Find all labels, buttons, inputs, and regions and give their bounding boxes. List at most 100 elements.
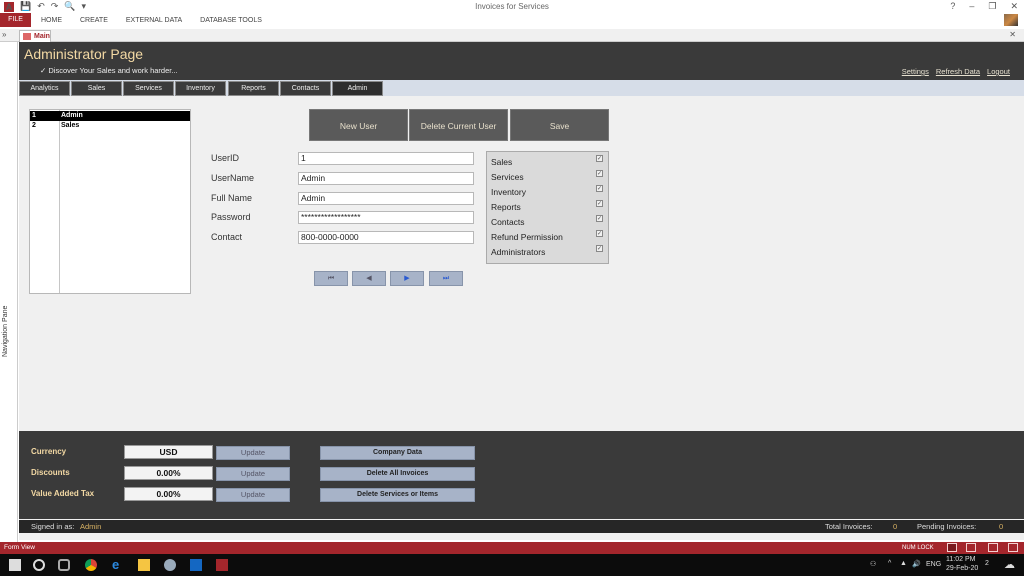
access-status-bar: Form View NUM LOCK xyxy=(0,542,1024,554)
chrome-icon[interactable] xyxy=(85,559,97,571)
permission-inventory-checkbox[interactable]: ✓ xyxy=(596,185,603,192)
vat-label: Value Added Tax xyxy=(31,489,95,498)
form-view-icon[interactable] xyxy=(947,543,957,552)
signed-in-user: Admin xyxy=(80,522,102,531)
permission-services-checkbox[interactable]: ✓ xyxy=(596,170,603,177)
tab-analytics[interactable]: Analytics xyxy=(19,81,70,96)
document-tab-main[interactable]: Main xyxy=(19,30,51,42)
nav-pane-toggle-icon[interactable]: » xyxy=(2,30,6,39)
access-taskbar-icon[interactable] xyxy=(216,559,228,571)
navigation-pane[interactable]: Navigation Pane xyxy=(0,42,18,542)
user-name: Sales xyxy=(61,122,80,129)
settings-panel: Currency USD Update Discounts 0.00% Upda… xyxy=(19,431,1024,519)
tab-sales[interactable]: Sales xyxy=(71,81,122,96)
permission-contacts-checkbox[interactable]: ✓ xyxy=(596,215,603,222)
clock-date[interactable]: 29-Feb-20 xyxy=(946,565,978,572)
first-record-button[interactable]: ⏮ xyxy=(314,271,348,286)
currency-field[interactable]: USD xyxy=(124,445,213,459)
permission-administrators-checkbox[interactable]: ✓ xyxy=(596,245,603,252)
ribbon-tab-database-tools[interactable]: DATABASE TOOLS xyxy=(200,17,262,24)
form-icon xyxy=(23,33,31,40)
user-list[interactable]: 1 Admin 2 Sales xyxy=(29,109,191,294)
restore-button[interactable]: ❐ xyxy=(988,1,996,12)
delete-services-button[interactable]: Delete Services or Items xyxy=(320,488,475,502)
start-icon[interactable] xyxy=(9,559,21,571)
tab-inventory[interactable]: Inventory xyxy=(175,81,226,96)
document-tab-label: Main xyxy=(34,33,50,40)
logout-link[interactable]: Logout xyxy=(987,67,1010,76)
clock-time[interactable]: 11:02 PM xyxy=(946,556,975,563)
settings-link[interactable]: Settings xyxy=(902,67,929,76)
file-tab[interactable]: FILE xyxy=(0,13,31,27)
show-hidden-icons[interactable]: ^ xyxy=(888,560,891,567)
notifications-icon[interactable]: 2 xyxy=(985,560,989,567)
windows-taskbar: e ⚇ ^ ▲ 🔊 ENG 11:02 PM 29-Feb-20 2 ☁ xyxy=(0,554,1024,576)
update-vat-button[interactable]: Update xyxy=(216,488,290,502)
datasheet-view-icon[interactable] xyxy=(966,543,976,552)
form-header: Administrator Page ✓ Discover Your Sales… xyxy=(19,42,1024,80)
admin-form: Administrator Page ✓ Discover Your Sales… xyxy=(19,42,1024,540)
list-item[interactable]: 1 Admin xyxy=(30,111,190,121)
list-item[interactable]: 2 Sales xyxy=(30,121,190,131)
contact-label: Contact xyxy=(211,232,243,242)
permission-sales-label: Sales xyxy=(491,157,513,167)
list-column-divider xyxy=(59,110,60,293)
ribbon: FILE HOME CREATE EXTERNAL DATA DATABASE … xyxy=(0,13,1024,27)
permission-services-label: Services xyxy=(491,172,524,182)
update-currency-button[interactable]: Update xyxy=(216,446,290,460)
help-button[interactable]: ? xyxy=(950,1,955,12)
company-data-button[interactable]: Company Data xyxy=(320,446,475,460)
username-field[interactable]: Admin xyxy=(298,172,474,185)
search-icon[interactable] xyxy=(33,559,45,571)
tab-contacts[interactable]: Contacts xyxy=(280,81,331,96)
minimize-button[interactable]: – xyxy=(969,1,974,12)
new-user-button[interactable]: New User xyxy=(309,109,408,141)
main-tabs: Analytics Sales Services Inventory Repor… xyxy=(19,80,1024,96)
save-button[interactable]: Save xyxy=(510,109,609,141)
previous-record-button[interactable]: ◀ xyxy=(352,271,386,286)
delete-all-invoices-button[interactable]: Delete All Invoices xyxy=(320,467,475,481)
next-record-button[interactable]: ▶ xyxy=(390,271,424,286)
page-title: Administrator Page xyxy=(24,46,144,62)
close-document-icon[interactable]: ✕ xyxy=(1009,30,1016,39)
user-name: Admin xyxy=(61,112,83,119)
weather-icon[interactable]: ☁ xyxy=(1004,558,1015,571)
navigation-pane-label: Navigation Pane xyxy=(2,305,9,357)
outlook-icon[interactable] xyxy=(190,559,202,571)
user-avatar[interactable] xyxy=(1004,14,1018,26)
vat-field[interactable]: 0.00% xyxy=(124,487,213,501)
userid-field[interactable]: 1 xyxy=(298,152,474,165)
currency-label: Currency xyxy=(31,447,67,456)
language-indicator[interactable]: ENG xyxy=(926,561,941,568)
full-name-field[interactable]: Admin xyxy=(298,192,474,205)
file-explorer-icon[interactable] xyxy=(138,559,150,571)
edge-icon[interactable]: e xyxy=(112,558,124,571)
refresh-data-link[interactable]: Refresh Data xyxy=(936,67,980,76)
delete-current-user-button[interactable]: Delete Current User xyxy=(409,109,508,141)
tab-admin[interactable]: Admin xyxy=(332,81,383,96)
discounts-field[interactable]: 0.00% xyxy=(124,466,213,480)
network-icon[interactable]: ▲ xyxy=(900,560,907,567)
update-discounts-button[interactable]: Update xyxy=(216,467,290,481)
user-id: 1 xyxy=(32,112,36,119)
task-view-icon[interactable] xyxy=(58,559,70,571)
password-label: Password xyxy=(211,212,251,222)
ribbon-tab-create[interactable]: CREATE xyxy=(80,17,108,24)
form-status-line: Signed in as: Admin Total Invoices: 0 Pe… xyxy=(19,520,1024,533)
permission-reports-checkbox[interactable]: ✓ xyxy=(596,200,603,207)
layout-view-icon[interactable] xyxy=(988,543,998,552)
tab-services[interactable]: Services xyxy=(123,81,174,96)
tab-reports[interactable]: Reports xyxy=(228,81,279,96)
ribbon-tab-external-data[interactable]: EXTERNAL DATA xyxy=(126,17,182,24)
contact-field[interactable]: 800-0000-0000 xyxy=(298,231,474,244)
volume-icon[interactable]: 🔊 xyxy=(912,560,921,568)
design-view-icon[interactable] xyxy=(1008,543,1018,552)
paint-icon[interactable] xyxy=(164,559,176,571)
ribbon-tab-home[interactable]: HOME xyxy=(41,17,62,24)
permission-refund-checkbox[interactable]: ✓ xyxy=(596,230,603,237)
people-icon[interactable]: ⚇ xyxy=(870,560,876,568)
last-record-button[interactable]: ⏭ xyxy=(429,271,463,286)
password-field[interactable]: ****************** xyxy=(298,211,474,224)
close-button[interactable]: ✕ xyxy=(1010,1,1018,12)
permission-sales-checkbox[interactable]: ✓ xyxy=(596,155,603,162)
